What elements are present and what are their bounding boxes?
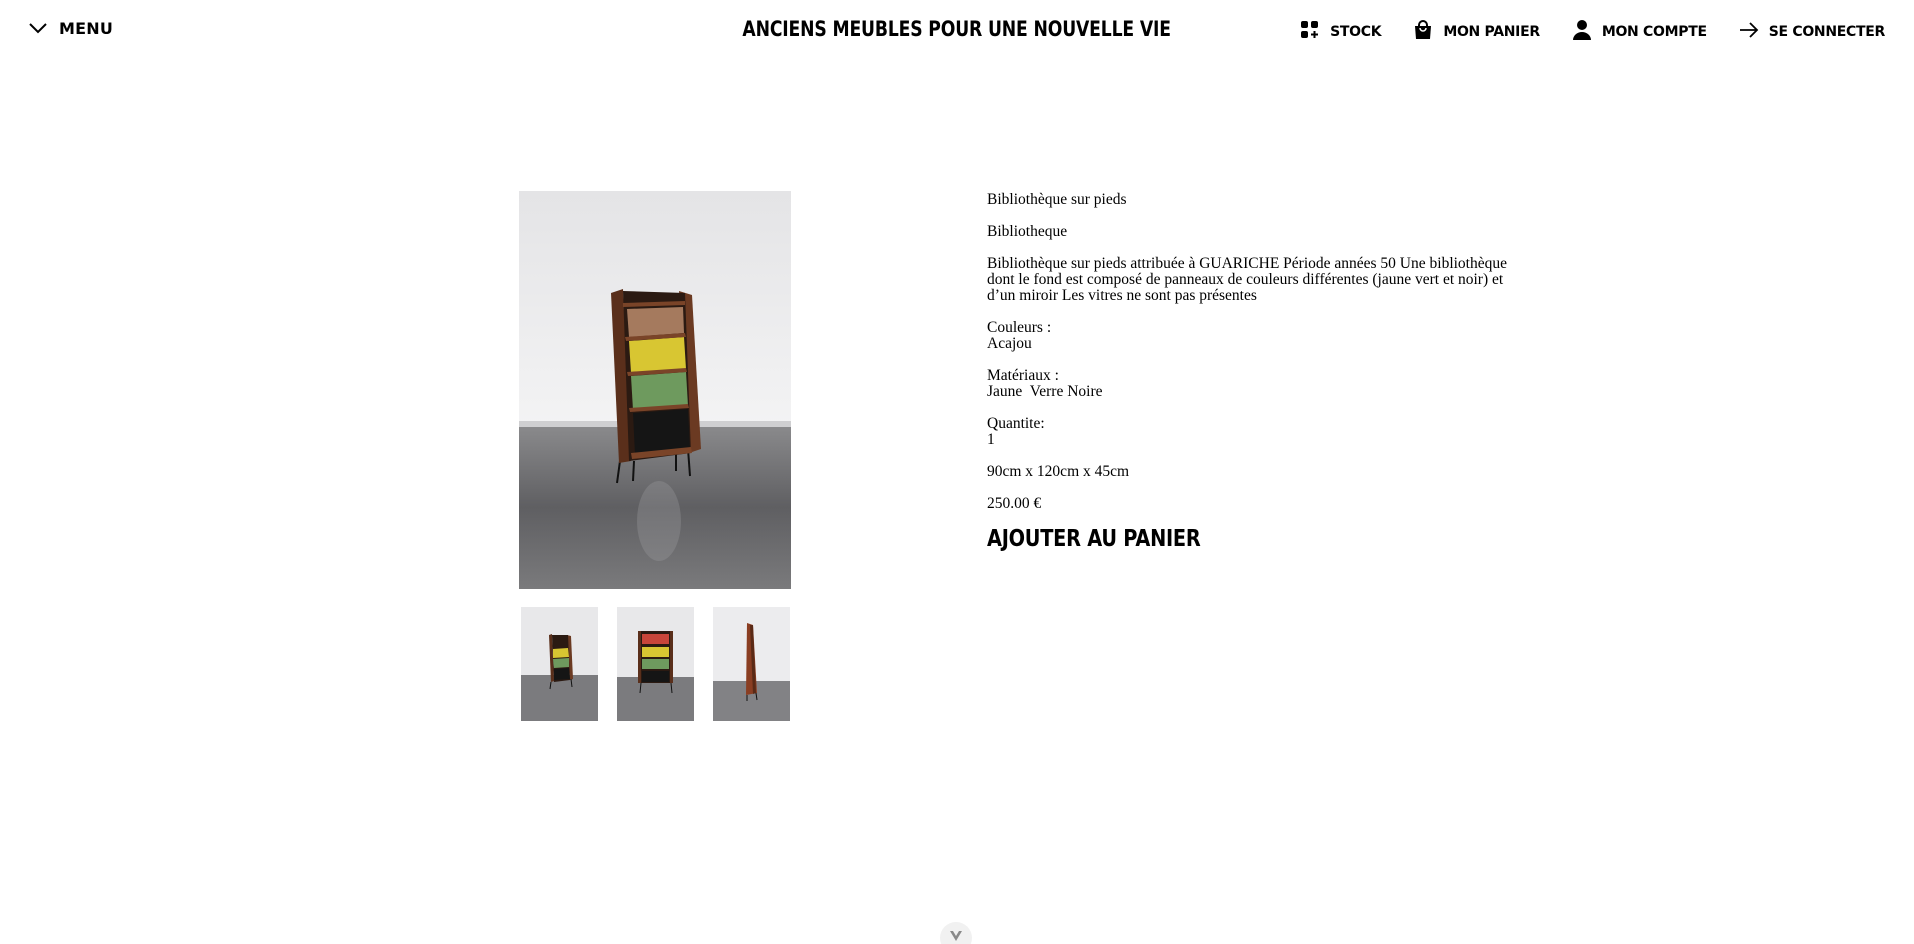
shopping-bag-icon [1413, 19, 1433, 45]
materials-value: Jaune Verre Noire [987, 383, 1103, 400]
product-category: Bibliotheque [987, 223, 1068, 240]
add-to-cart-button[interactable]: AJOUTER AU PANIER [987, 526, 1201, 552]
product-quantity: Quantite: 1 [987, 416, 1517, 448]
nav-account[interactable]: MON COMPTE [1572, 19, 1707, 45]
nav-login[interactable]: SE CONNECTER [1739, 19, 1885, 45]
nav-login-label: SE CONNECTER [1768, 24, 1886, 40]
menu-label: MENU [59, 19, 114, 38]
menu-button[interactable]: MENU [29, 19, 113, 38]
nav-account-label: MON COMPTE [1601, 24, 1707, 40]
product-thumbnail[interactable] [617, 607, 694, 721]
product-thumbnail[interactable] [521, 607, 598, 721]
product-description: Bibliothèque sur pieds attribuée à GUARI… [987, 255, 1507, 304]
quantity-value: 1 [987, 431, 995, 448]
product-colors: Couleurs : Acajou [987, 320, 1517, 352]
product-price: 250.00 € [987, 495, 1042, 512]
product-dimensions: 90cm x 120cm x 45cm [987, 463, 1130, 480]
colors-label: Couleurs : [987, 319, 1052, 336]
arrow-right-icon [1739, 19, 1759, 45]
nav-cart-label: MON PANIER [1443, 24, 1540, 40]
product-thumbnail[interactable] [713, 607, 790, 721]
chevron-down-icon [29, 19, 47, 38]
nav-stock-label: STOCK [1330, 24, 1382, 40]
product-details: Bibliothèque sur pieds Bibliotheque Bibl… [987, 191, 1517, 553]
nav-stock[interactable]: STOCK [1300, 19, 1382, 45]
header-nav: STOCK MON PANIER MON COMPTE SE CONNECTER [1300, 19, 1885, 45]
product-main-image[interactable] [519, 191, 791, 589]
colors-value: Acajou [987, 335, 1032, 352]
site-header: MENU ANCIENS MEUBLES POUR UNE NOUVELLE V… [0, 0, 1914, 62]
scroll-down-button[interactable] [940, 922, 972, 944]
materials-label: Matériaux : [987, 367, 1059, 384]
person-icon [1572, 19, 1592, 45]
nav-cart[interactable]: MON PANIER [1413, 19, 1540, 45]
grid-plus-icon [1300, 19, 1320, 45]
quantity-label: Quantite: [987, 415, 1045, 432]
triangle-down-icon [950, 922, 962, 944]
product-title: Bibliothèque sur pieds [987, 191, 1127, 208]
product-materials: Matériaux : Jaune Verre Noire [987, 368, 1517, 400]
